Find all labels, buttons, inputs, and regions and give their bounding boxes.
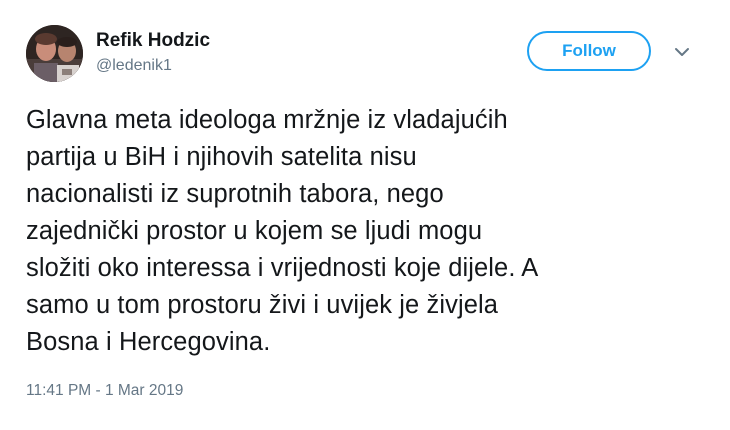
profile-photo-icon [26,25,83,82]
author-handle[interactable]: @ledenik1 [96,57,172,75]
tweet-card: Refik Hodzic @ledenik1 Follow Glavna met… [0,0,730,430]
chevron-down-icon[interactable] [672,42,692,62]
tweet-text: Glavna meta ideologa mržnje iz vladajući… [26,106,539,356]
avatar[interactable] [26,25,83,82]
author-display-name[interactable]: Refik Hodzic [96,30,210,52]
follow-button[interactable]: Follow [527,31,651,71]
tweet-timestamp[interactable]: 11:41 PM - 1 Mar 2019 [26,382,183,400]
